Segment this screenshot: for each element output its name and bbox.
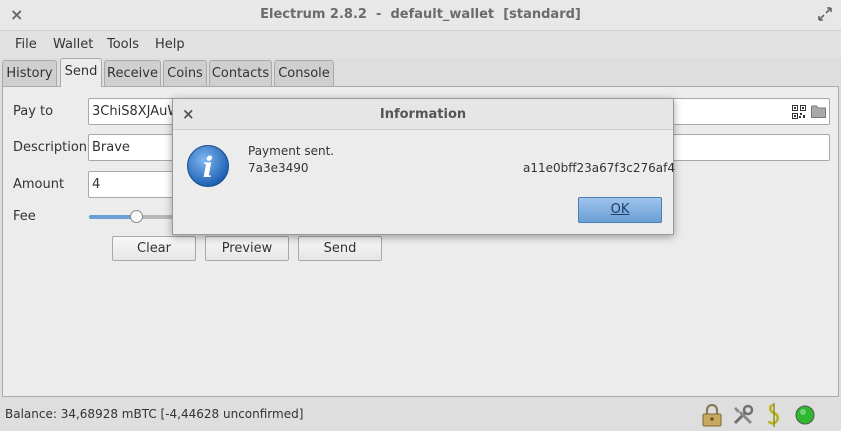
maximize-icon[interactable] xyxy=(817,6,833,22)
menu-file[interactable]: File xyxy=(15,37,37,52)
svg-text:i: i xyxy=(203,151,214,184)
preferences-icon[interactable] xyxy=(731,403,755,427)
menu-bar: File Wallet Tools Help xyxy=(0,31,841,58)
network-status-icon[interactable] xyxy=(793,403,817,427)
dialog-message: Payment sent. xyxy=(248,144,335,158)
lock-icon[interactable] xyxy=(700,403,724,427)
tab-coins[interactable]: Coins xyxy=(163,60,207,86)
tab-contacts[interactable]: Contacts xyxy=(209,60,272,86)
tab-receive[interactable]: Receive xyxy=(104,60,161,86)
window-titlebar: × Electrum 2.8.2 - default_wallet [stand… xyxy=(0,0,841,31)
status-bar: Balance: 34,68928 mBTC [-4,44628 unconfi… xyxy=(0,397,841,431)
menu-tools[interactable]: Tools xyxy=(107,37,139,52)
amount-label: Amount xyxy=(13,177,65,192)
information-dialog: × Information i Payment sent. 7a3e3490 a… xyxy=(172,98,675,235)
amount-value: 4 xyxy=(92,177,101,192)
fee-slider-handle[interactable] xyxy=(130,210,143,223)
clear-button[interactable]: Clear xyxy=(112,236,196,261)
information-icon: i xyxy=(187,145,229,187)
dialog-titlebar: × Information xyxy=(173,99,673,130)
description-label: Description xyxy=(13,140,88,155)
dialog-title: Information xyxy=(379,107,467,122)
tab-history[interactable]: History xyxy=(2,60,57,86)
ok-button[interactable]: OK xyxy=(578,197,662,223)
menu-help[interactable]: Help xyxy=(155,37,185,52)
txid-end: a11e0bff23a67f3c276af4 xyxy=(523,161,675,175)
ok-button-label: OK xyxy=(610,202,630,217)
seed-icon[interactable] xyxy=(762,403,786,427)
balance-text: Balance: 34,68928 mBTC [-4,44628 unconfi… xyxy=(5,407,304,421)
description-value: Brave xyxy=(92,140,130,155)
fee-label: Fee xyxy=(13,209,36,224)
tab-send[interactable]: Send xyxy=(60,58,102,87)
menu-wallet[interactable]: Wallet xyxy=(53,37,93,52)
tab-console[interactable]: Console xyxy=(274,60,334,86)
pay-to-label: Pay to xyxy=(13,104,54,119)
preview-button[interactable]: Preview xyxy=(205,236,289,261)
folder-icon[interactable] xyxy=(811,105,826,118)
txid-start: 7a3e3490 xyxy=(248,161,309,175)
qr-code-icon[interactable] xyxy=(792,105,806,119)
window-title: Electrum 2.8.2 - default_wallet [standar… xyxy=(260,7,581,22)
send-button[interactable]: Send xyxy=(298,236,382,261)
